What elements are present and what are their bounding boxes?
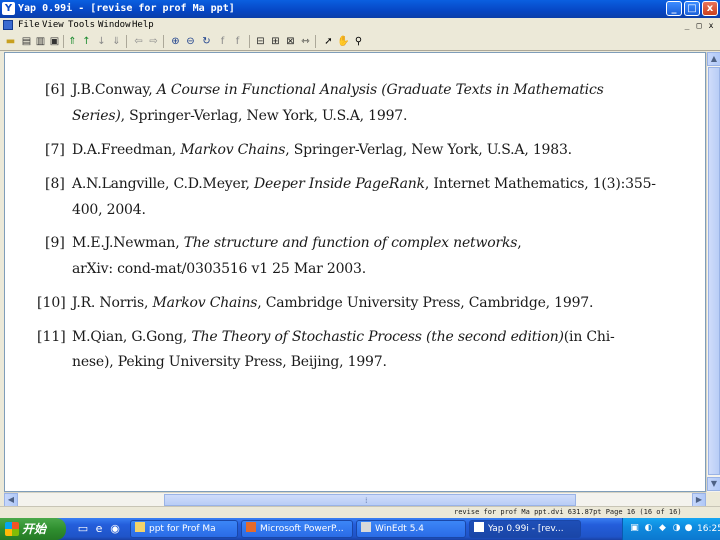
reference-text: M.E.J.Newman, The structure and function… — [72, 235, 522, 251]
network-icon[interactable]: ▣ — [629, 523, 640, 534]
reference-number: [11] — [37, 329, 66, 345]
prev-page-icon[interactable]: ↑ — [80, 35, 93, 48]
reference-text: arXiv: cond-mat/0303516 v1 25 Mar 2003. — [72, 261, 366, 277]
window-title: Yap 0.99i - [revise for prof Ma ppt] — [18, 3, 235, 14]
menu-view[interactable]: View — [42, 18, 64, 33]
toolbar-separator — [63, 35, 64, 48]
open-icon[interactable]: ▬ — [4, 35, 17, 48]
reference-text: nese), Peking University Press, Beijing,… — [72, 354, 387, 370]
next-page-icon[interactable]: ↓ — [95, 35, 108, 48]
vertical-scroll-thumb[interactable] — [708, 67, 720, 475]
select-icon[interactable]: ➚ — [322, 35, 335, 48]
reference-number: [9] — [45, 235, 65, 251]
reference-text: J.B.Conway, A Course in Functional Analy… — [72, 82, 604, 98]
forward-icon[interactable]: ⇨ — [147, 35, 160, 48]
mdi-close-button[interactable]: x — [706, 21, 716, 30]
refresh-icon[interactable]: ↻ — [200, 35, 213, 48]
security-icon[interactable]: ◆ — [657, 523, 668, 534]
toolbar: ▬ ▤ ▥ ▣ ⇑ ↑ ↓ ⇓ ⇦ ⇨ ⊕ ⊖ ↻ f f ⊟ ⊞ ⊠ ⇿ ➚ … — [0, 33, 720, 51]
horizontal-scroll-thumb[interactable]: ⁞ — [164, 494, 576, 506]
menu-window[interactable]: Window — [98, 18, 131, 33]
scroll-down-icon[interactable]: ▼ — [707, 477, 720, 491]
document-view[interactable]: [6] J.B.Conway, A Course in Functional A… — [4, 52, 706, 492]
status-text: revise for prof Ma ppt.dvi 631.87pt Page… — [454, 508, 682, 516]
show-desktop-icon[interactable]: ▭ — [76, 521, 90, 536]
reference-number: [10] — [37, 295, 66, 311]
ruler-icon[interactable]: ⇿ — [299, 35, 312, 48]
reference-text: M.Qian, G.Gong, The Theory of Stochastic… — [72, 329, 615, 345]
back-icon[interactable]: ⇦ — [132, 35, 145, 48]
scroll-up-icon[interactable]: ▲ — [707, 52, 720, 66]
reference-number: [8] — [45, 176, 65, 192]
taskbar-item[interactable]: WinEdt 5.4 — [356, 520, 466, 538]
grip-icon: ⁞ — [365, 496, 368, 505]
reference-number: [7] — [45, 142, 65, 158]
menu-tools[interactable]: Tools — [68, 18, 95, 33]
reference-text: 400, 2004. — [72, 202, 146, 218]
media-player-icon[interactable]: ◉ — [108, 521, 122, 536]
start-label: 开始 — [22, 522, 47, 536]
magnify-icon[interactable]: ⚲ — [352, 35, 365, 48]
status-bar: revise for prof Ma ppt.dvi 631.87pt Page… — [0, 506, 720, 518]
zoom-in-icon[interactable]: ⊕ — [169, 35, 182, 48]
title-bar: Y Yap 0.99i - [revise for prof Ma ppt] _… — [0, 0, 720, 18]
scroll-left-icon[interactable]: ◀ — [4, 493, 18, 507]
system-tray: ▣ ◐ ◆ ◑ ● 16:25 — [622, 518, 720, 540]
taskbar-item[interactable]: ppt for Prof Ma — [130, 520, 238, 538]
scrollbar-corner — [706, 492, 720, 506]
winedt-icon — [361, 522, 371, 532]
hand-icon[interactable]: ✋ — [337, 35, 350, 48]
menu-help[interactable]: Help — [132, 18, 154, 33]
mdi-restore-button[interactable]: □ — [694, 21, 704, 30]
scroll-right-icon[interactable]: ▶ — [692, 493, 706, 507]
folder-icon — [135, 522, 145, 532]
reference-number: [6] — [45, 82, 65, 98]
page-setup-icon[interactable]: ▣ — [48, 35, 61, 48]
fit-width-icon[interactable]: ⊞ — [269, 35, 282, 48]
zoom-out-icon[interactable]: ⊖ — [184, 35, 197, 48]
minimize-button[interactable]: _ — [666, 1, 682, 16]
print-icon[interactable]: ▤ — [20, 35, 33, 48]
yap-app-icon[interactable]: Y — [2, 2, 15, 15]
last-page-icon[interactable]: ⇓ — [110, 35, 123, 48]
reference-text: J.R. Norris, Markov Chains, Cambridge Un… — [72, 295, 594, 311]
start-button[interactable]: 开始 — [0, 518, 66, 540]
vertical-scrollbar[interactable]: ▲ ▼ — [706, 52, 720, 492]
font-select-icon[interactable]: f — [231, 35, 244, 48]
taskbar-item-active[interactable]: Yap 0.99i - [rev... — [469, 520, 581, 538]
taskbar-item[interactable]: Microsoft PowerP... — [241, 520, 353, 538]
toolbar-separator — [126, 35, 127, 48]
reference-text: A.N.Langville, C.D.Meyer, Deeper Inside … — [72, 176, 656, 192]
maximize-button[interactable]: □ — [684, 1, 700, 16]
antivirus-icon[interactable]: ● — [683, 523, 694, 534]
toolbar-separator — [249, 35, 250, 48]
powerpoint-icon — [246, 522, 256, 532]
internet-explorer-icon[interactable]: e — [92, 521, 106, 536]
taskbar: 开始 ▭ e ◉ ppt for Prof Ma Microsoft Power… — [0, 518, 720, 540]
menu-bar: File View Tools Window Help _ □ x — [0, 18, 720, 33]
input-method-icon[interactable]: ◐ — [643, 523, 654, 534]
toolbar-separator — [315, 35, 316, 48]
fit-page-icon[interactable]: ⊟ — [254, 35, 267, 48]
document-icon[interactable] — [3, 20, 13, 30]
horizontal-scrollbar[interactable]: ◀ ⁞ ▶ — [4, 492, 706, 507]
volume-icon[interactable]: ◑ — [671, 523, 682, 534]
mdi-minimize-button[interactable]: _ — [682, 21, 692, 30]
menu-file[interactable]: File — [18, 18, 40, 33]
clock[interactable]: 16:25 — [697, 518, 720, 540]
yap-icon — [474, 522, 484, 532]
close-button[interactable]: x — [702, 1, 718, 16]
windows-logo-icon — [5, 522, 19, 536]
reference-text: D.A.Freedman, Markov Chains, Springer-Ve… — [72, 142, 572, 158]
toolbar-separator — [163, 35, 164, 48]
font-icon[interactable]: f — [216, 35, 229, 48]
two-page-icon[interactable]: ⊠ — [284, 35, 297, 48]
first-page-icon[interactable]: ⇑ — [66, 35, 79, 48]
print-setup-icon[interactable]: ▥ — [34, 35, 47, 48]
reference-text: Series), Springer-Verlag, New York, U.S.… — [72, 108, 408, 124]
